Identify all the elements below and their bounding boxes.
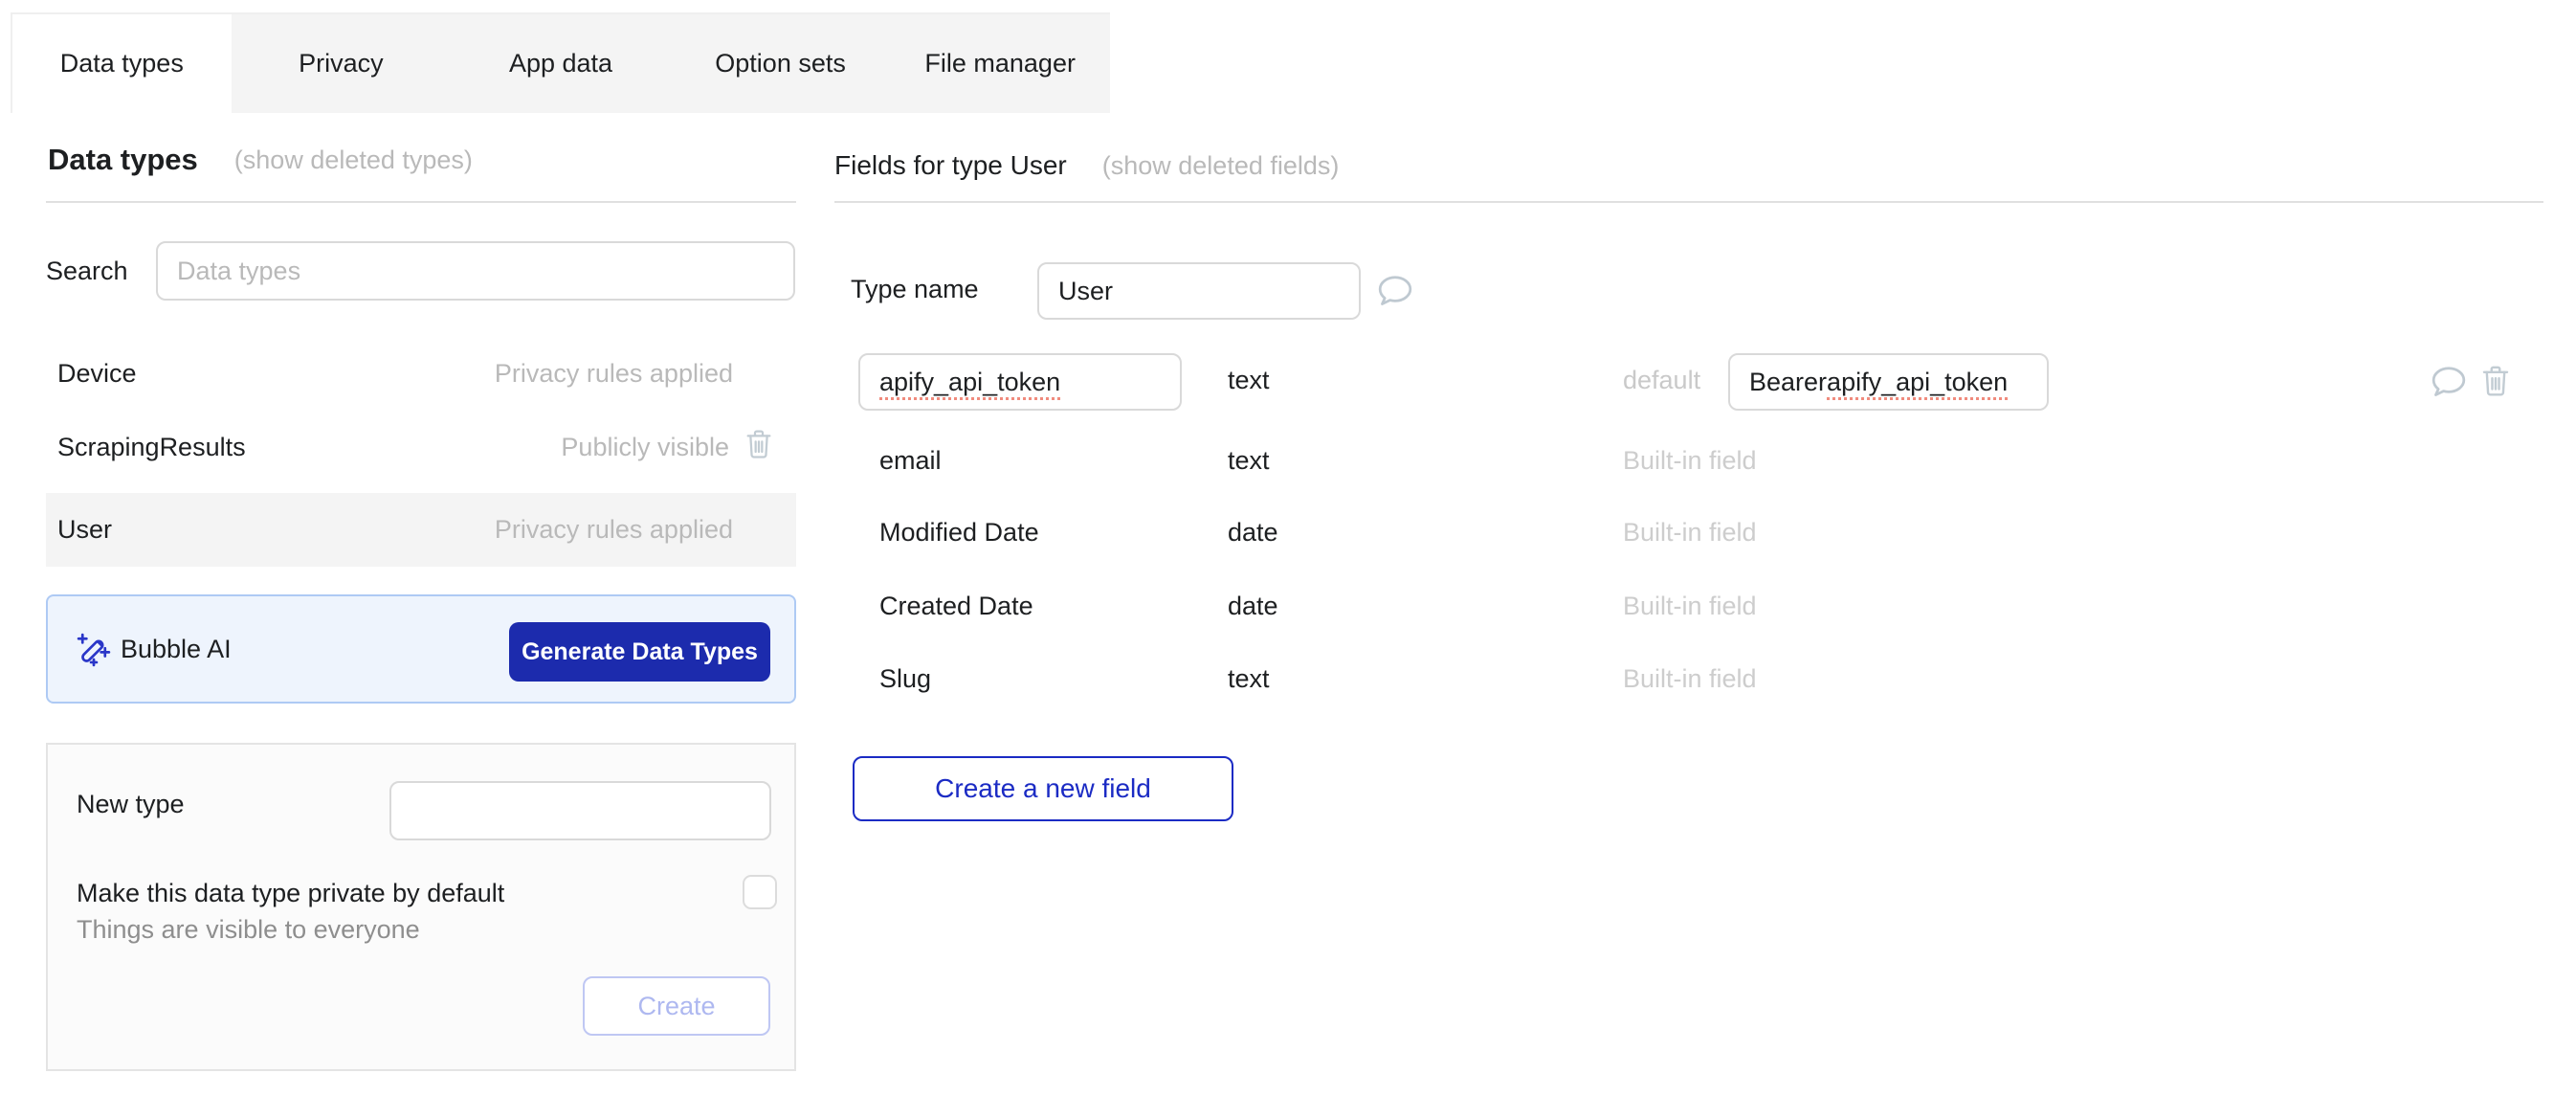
- field-name: Created Date: [879, 592, 1033, 621]
- trash-icon[interactable]: [744, 427, 774, 468]
- comment-icon[interactable]: [1375, 272, 1415, 317]
- field-row-slug[interactable]: Slug text Built-in field: [834, 652, 2543, 709]
- fields-title: Fields for type User: [834, 150, 1067, 181]
- field-status: Built-in field: [1623, 446, 1757, 476]
- generate-data-types-button[interactable]: Generate Data Types: [509, 622, 770, 682]
- field-name-input[interactable]: apify_api_token: [858, 353, 1182, 411]
- default-label: default: [1623, 366, 1700, 395]
- field-row-apify-api-token: apify_api_token text default Bearer apif…: [834, 353, 2543, 411]
- field-type: date: [1228, 592, 1278, 621]
- new-type-input[interactable]: [389, 781, 771, 840]
- type-name-row: Type name User: [834, 262, 2543, 320]
- comment-icon[interactable]: [2429, 363, 2469, 408]
- field-row-modified-date[interactable]: Modified Date date Built-in field: [834, 505, 2543, 563]
- new-type-label: New type: [77, 790, 185, 819]
- type-name: User: [57, 515, 112, 545]
- visibility-hint: Things are visible to everyone: [77, 915, 420, 945]
- type-status: Privacy rules applied: [495, 359, 733, 389]
- search-label: Search: [46, 257, 128, 286]
- field-type: date: [1228, 518, 1278, 548]
- field-status: Built-in field: [1623, 518, 1757, 548]
- type-status: Privacy rules applied: [495, 515, 733, 545]
- type-name-label: Type name: [851, 275, 979, 304]
- type-status: Publicly visible: [561, 427, 774, 468]
- left-panel-header: Data types (show deleted types): [46, 140, 473, 180]
- type-row-user[interactable]: User Privacy rules applied: [46, 493, 796, 567]
- field-row-created-date[interactable]: Created Date date Built-in field: [834, 579, 2543, 637]
- field-status: Built-in field: [1623, 664, 1757, 694]
- right-panel-header: Fields for type User (show deleted field…: [834, 145, 1339, 186]
- show-deleted-fields-link[interactable]: (show deleted fields): [1102, 151, 1340, 181]
- private-by-default-checkbox[interactable]: [743, 875, 777, 909]
- magic-wand-icon: [75, 631, 113, 676]
- trash-icon[interactable]: [2479, 363, 2512, 406]
- default-value-input[interactable]: Bearer apify_api_token: [1728, 353, 2049, 411]
- fields-panel: Fields for type User (show deleted field…: [834, 0, 2543, 1118]
- default-value-prefix: Bearer: [1749, 368, 1827, 397]
- search-row: Search: [46, 241, 796, 301]
- default-value-token: apify_api_token: [1827, 368, 2008, 397]
- create-type-button[interactable]: Create: [583, 976, 770, 1036]
- field-type: text: [1228, 664, 1270, 694]
- field-name: Slug: [879, 664, 931, 694]
- field-row-email[interactable]: email text Built-in field: [834, 434, 2543, 491]
- field-name: Modified Date: [879, 518, 1039, 548]
- field-name-value: apify_api_token: [879, 368, 1060, 397]
- divider: [834, 201, 2543, 203]
- page-title: Data types: [48, 143, 198, 177]
- bubble-data-editor: Data types Privacy App data Option sets …: [0, 0, 2576, 1118]
- type-row-device[interactable]: Device Privacy rules applied: [46, 337, 796, 411]
- type-name: Device: [57, 359, 137, 389]
- field-type: text: [1228, 366, 1270, 395]
- show-deleted-types-link[interactable]: (show deleted types): [234, 145, 473, 175]
- create-new-field-button[interactable]: Create a new field: [853, 756, 1233, 821]
- search-input[interactable]: [156, 241, 795, 301]
- data-types-panel: Data types (show deleted types) Search D…: [46, 0, 796, 1118]
- type-row-scrapingresults[interactable]: ScrapingResults Publicly visible: [46, 411, 796, 484]
- divider: [46, 201, 796, 203]
- type-name-input[interactable]: User: [1037, 262, 1361, 320]
- field-status: Built-in field: [1623, 592, 1757, 621]
- field-type: text: [1228, 446, 1270, 476]
- private-by-default-label: Make this data type private by default: [77, 879, 504, 908]
- type-status-label: Publicly visible: [561, 433, 729, 462]
- type-name-value: User: [1058, 277, 1113, 306]
- bubble-ai-label: Bubble AI: [121, 596, 232, 702]
- type-name: ScrapingResults: [57, 433, 246, 462]
- bubble-ai-box: Bubble AI Generate Data Types: [46, 594, 796, 704]
- field-name: email: [879, 446, 942, 476]
